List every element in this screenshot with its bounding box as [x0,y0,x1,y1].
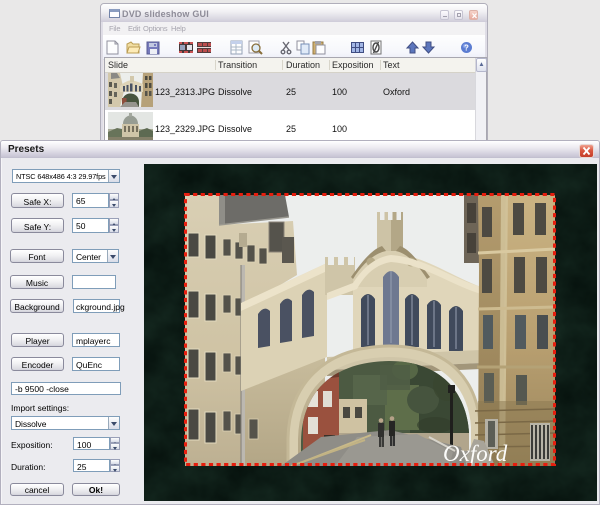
svg-text:?: ? [464,44,469,53]
